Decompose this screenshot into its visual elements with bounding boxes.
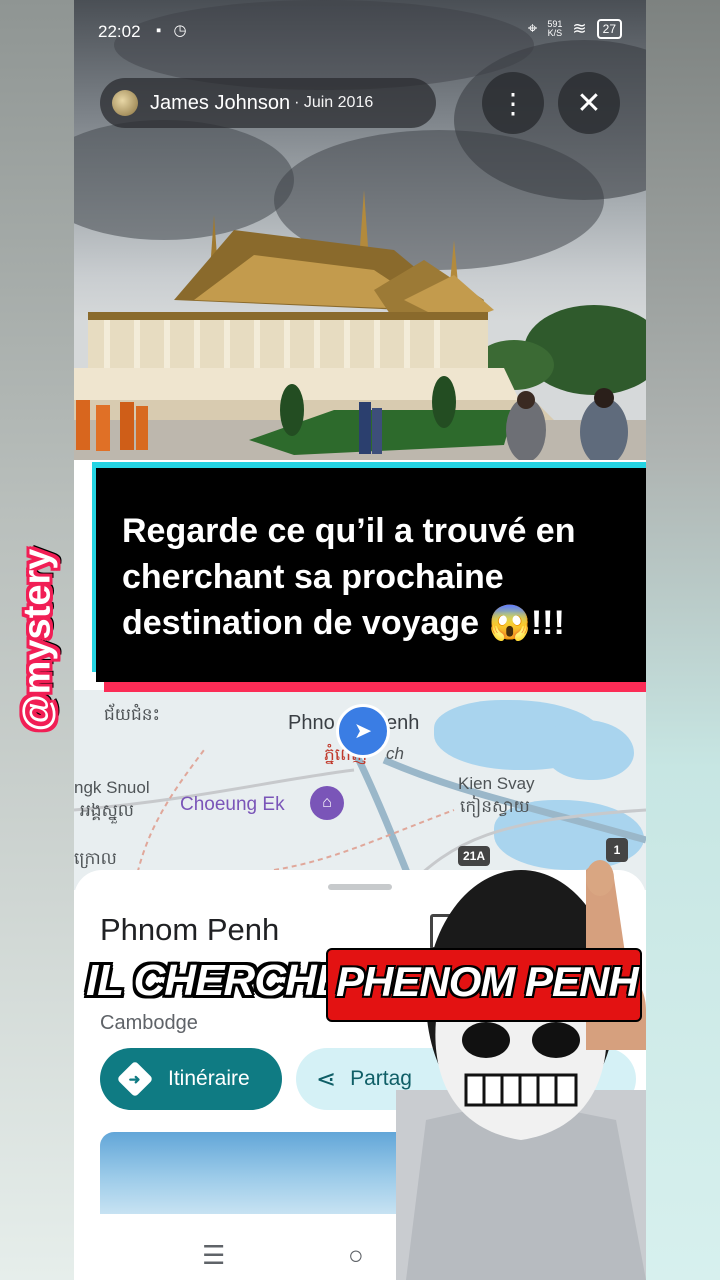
map-label-city-khmer-suffix: ch [386, 744, 404, 763]
directions-label: Itinéraire [168, 1067, 250, 1090]
map-label-kien-svay-khmer: កៀនស្វាយ [460, 797, 530, 816]
wifi-icon: ≋ [572, 19, 587, 38]
map-label-snuol: ngk Snuol [74, 778, 150, 797]
avatar [112, 90, 138, 116]
notification-icons: ▪ ◷ [156, 22, 191, 39]
overlay-caption-highlight: PHENOM PENH [336, 958, 639, 1005]
recent-apps-icon[interactable]: ☰ [202, 1240, 225, 1271]
more-options-button[interactable]: ⋮ [482, 72, 544, 134]
street-view-photo[interactable]: 22:02 ▪ ◷ ⌖ 591 K/S ≋ 27 James Johnson ·… [74, 0, 646, 460]
masked-person-image [396, 860, 646, 1280]
share-icon: ⋖ [316, 1065, 337, 1093]
photo-author-chip[interactable]: James Johnson · Juin 2016 [100, 78, 436, 128]
directions-button[interactable]: ➜ Itinéraire [100, 1048, 282, 1110]
watermark-text: @mystery [16, 548, 59, 732]
status-bar: 22:02 ▪ ◷ ⌖ 591 K/S ≋ 27 [74, 0, 646, 64]
battery-icon: 27 [596, 19, 622, 39]
photo-date: · Juin 2016 [294, 94, 374, 111]
close-icon: ✕ [576, 86, 602, 120]
directions-icon: ➜ [116, 1060, 154, 1098]
current-location-arrow-icon: ➤ [336, 704, 390, 758]
map-label-snuol-khmer: អង្គស្នួល [80, 801, 134, 820]
watermark: @mystery [14, 540, 62, 740]
phone-screen: 22:02 ▪ ◷ ⌖ 591 K/S ≋ 27 James Johnson ·… [74, 0, 646, 1280]
home-icon[interactable]: ○ [348, 1240, 364, 1271]
map-label-top-left: ជ័យជំនះ [104, 705, 161, 724]
status-time: 22:02 [98, 22, 141, 41]
place-title: Phnom Penh [100, 912, 280, 947]
sheet-drag-handle[interactable] [328, 884, 392, 890]
palace-illustration [74, 190, 646, 460]
overlay-caption-highlight-box: PHENOM PENH [326, 948, 642, 1022]
banner-text: Regarde ce qu’il a trouvé en cherchant s… [122, 512, 576, 642]
map-label-city-a: Phno [288, 712, 335, 734]
overlay-caption-prefix: IL CHERCHE [86, 956, 345, 1005]
map-label-kien-svay: Kien Svay [458, 774, 535, 793]
map-label-city-b: enh [386, 712, 420, 734]
more-vert-icon: ⋮ [499, 87, 527, 119]
overlay-caption: IL CHERCHE PHENOM PENH [86, 948, 646, 1022]
location-icon: ⌖ [527, 19, 538, 38]
background-right-blur [646, 0, 720, 1280]
network-speed: 591 K/S [547, 19, 563, 38]
memorial-poi-icon[interactable]: ⌂ [310, 786, 344, 820]
map-label-choeung-ek[interactable]: Choeung Ek [180, 794, 285, 816]
close-button[interactable]: ✕ [558, 72, 620, 134]
author-name: James Johnson [150, 91, 291, 114]
